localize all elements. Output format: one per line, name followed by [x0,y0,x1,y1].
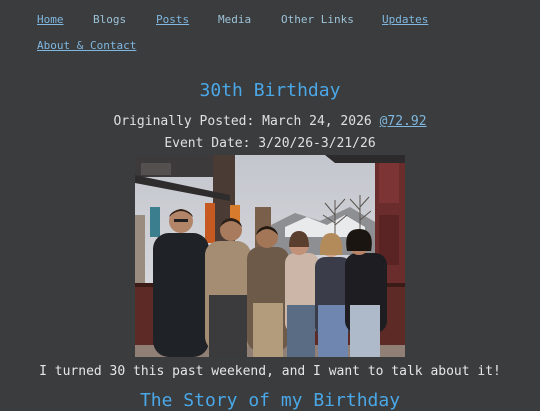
event-date: Event Date: 3/20/26-3/21/26 [164,136,376,151]
posted-date-text: Originally Posted: March 24, 2026 [113,114,372,129]
nav-about-contact-link[interactable]: About & Contact [37,39,136,52]
nav-blogs-link[interactable]: Blogs [93,13,126,26]
section-heading: The Story of my Birthday [139,390,401,411]
nav-posts-link[interactable]: Posts [156,13,189,26]
nav-home-link[interactable]: Home [37,13,64,26]
nav-media-link[interactable]: Media [218,13,251,26]
posted-date-line: Originally Posted: March 24, 2026 @72.92 [0,114,540,129]
posted-time-link[interactable]: @72.92 [380,114,427,129]
photo-caption: I turned 30 this past weekend, and I wan… [39,364,501,379]
nav-updates-link[interactable]: Updates [382,13,428,26]
post-title: 30th Birthday [199,80,341,101]
nav-other-links-link[interactable]: Other Links [281,13,354,26]
birthday-group-photo [135,155,405,357]
